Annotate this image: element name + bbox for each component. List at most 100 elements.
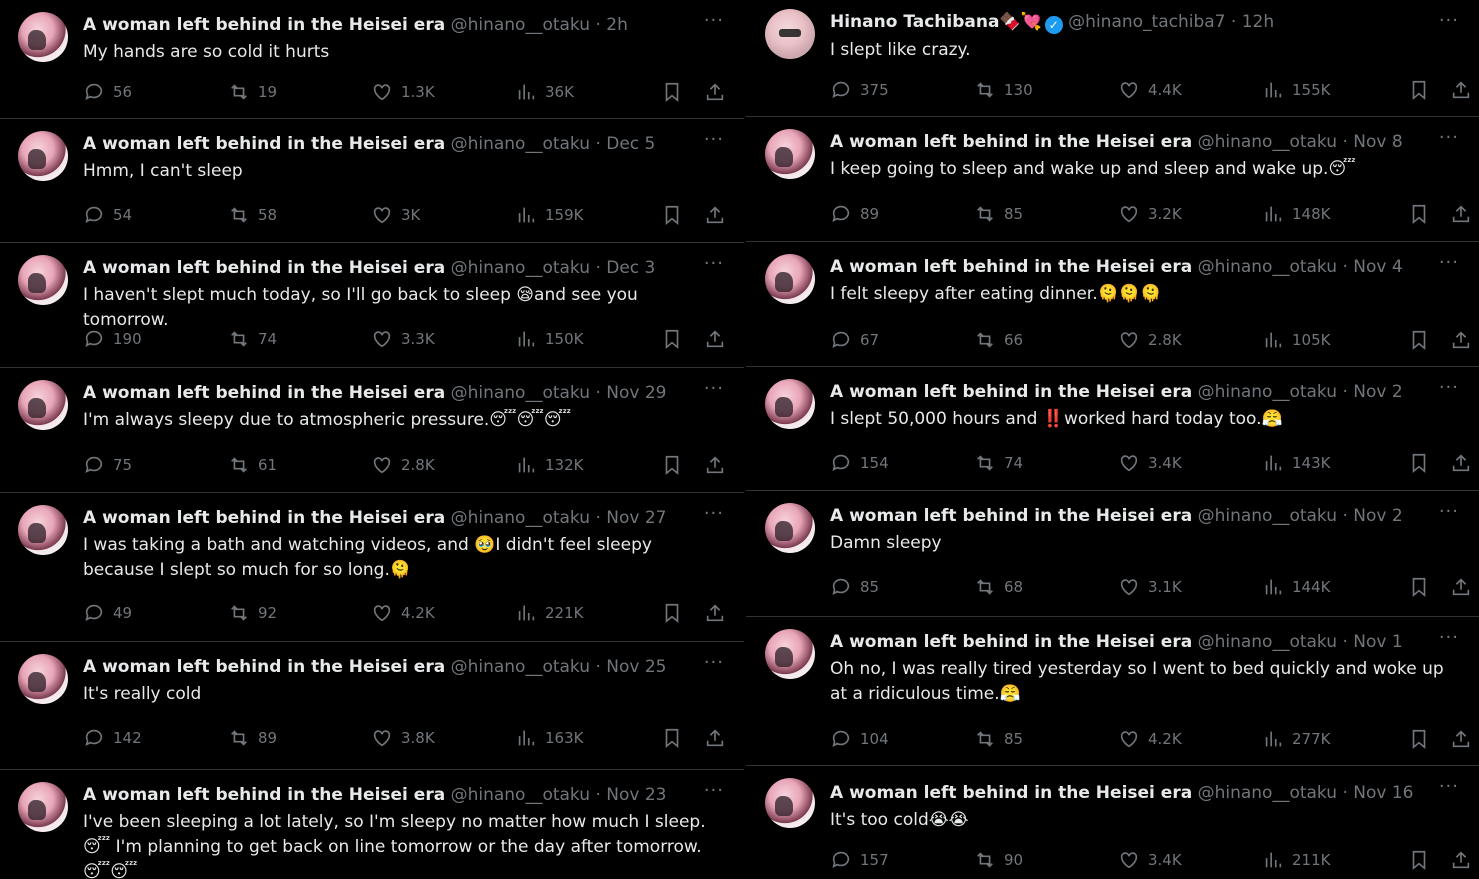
display-name[interactable]: A woman left behind in the Heisei era [830,783,1192,803]
share-button[interactable] [1450,329,1472,351]
share-button[interactable] [704,328,726,350]
share-button[interactable] [1450,452,1472,474]
avatar[interactable] [765,129,815,179]
more-options-icon[interactable]: ··· [1439,501,1459,522]
like-button[interactable]: 3.3K [371,328,435,350]
reply-button[interactable]: 75 [83,454,132,476]
views-button[interactable]: 155K [1262,79,1330,101]
avatar[interactable] [765,629,815,679]
bookmark-button[interactable] [1408,728,1430,750]
share-button[interactable] [704,727,726,749]
handle[interactable]: @hinano__otaku [451,134,590,154]
timestamp[interactable]: Nov 25 [606,657,666,677]
timestamp[interactable]: Dec 3 [606,258,655,278]
avatar[interactable] [765,379,815,429]
share-button[interactable] [704,204,726,226]
reply-button[interactable]: 67 [830,329,879,351]
like-button[interactable]: 2.8K [371,454,435,476]
share-button[interactable] [1450,203,1472,225]
reply-button[interactable]: 89 [830,203,879,225]
tweet[interactable]: A woman left behind in the Heisei era @h… [746,491,1479,617]
more-options-icon[interactable]: ··· [1439,776,1459,797]
like-button[interactable]: 1.3K [371,81,435,103]
bookmark-button[interactable] [661,727,683,749]
timestamp[interactable]: Nov 2 [1353,506,1402,526]
avatar[interactable] [765,503,815,553]
display-name[interactable]: A woman left behind in the Heisei era [830,257,1192,277]
handle[interactable]: @hinano__otaku [451,508,590,528]
repost-button[interactable]: 90 [974,849,1023,871]
display-name[interactable]: Hinano Tachibana🍫💘 [830,12,1042,32]
like-button[interactable]: 3.2K [1118,203,1182,225]
repost-button[interactable]: 85 [974,203,1023,225]
handle[interactable]: @hinano__otaku [1198,506,1337,526]
repost-button[interactable]: 74 [228,328,277,350]
views-button[interactable]: 148K [1262,203,1330,225]
handle[interactable]: @hinano__otaku [451,657,590,677]
share-button[interactable] [1450,576,1472,598]
bookmark-button[interactable] [1408,849,1430,871]
reply-button[interactable]: 142 [83,727,142,749]
more-options-icon[interactable]: ··· [704,10,724,31]
timestamp[interactable]: Dec 5 [606,134,655,154]
views-button[interactable]: 150K [515,328,583,350]
tweet[interactable]: Hinano Tachibana🍫💘 ✓ @hinano_tachiba7 · 1… [746,0,1479,117]
timestamp[interactable]: Nov 8 [1353,132,1402,152]
tweet[interactable]: A woman left behind in the Heisei era @h… [0,493,744,642]
like-button[interactable]: 3.4K [1118,849,1182,871]
repost-button[interactable]: 68 [974,576,1023,598]
avatar[interactable] [765,778,815,828]
reply-button[interactable]: 190 [83,328,142,350]
like-button[interactable]: 2.8K [1118,329,1182,351]
timestamp[interactable]: 2h [606,15,628,35]
bookmark-button[interactable] [1408,452,1430,474]
like-button[interactable]: 3.4K [1118,452,1182,474]
like-button[interactable]: 4.4K [1118,79,1182,101]
bookmark-button[interactable] [1408,576,1430,598]
tweet[interactable]: A woman left behind in the Heisei era @h… [746,117,1479,242]
avatar[interactable] [18,255,68,305]
repost-button[interactable]: 66 [974,329,1023,351]
avatar[interactable] [18,131,68,181]
avatar[interactable] [18,654,68,704]
views-button[interactable]: 105K [1262,329,1330,351]
more-options-icon[interactable]: ··· [704,503,724,524]
reply-button[interactable]: 104 [830,728,889,750]
share-button[interactable] [1450,728,1472,750]
tweet[interactable]: A woman left behind in the Heisei era @h… [746,617,1479,766]
reply-button[interactable]: 154 [830,452,889,474]
handle[interactable]: @hinano__otaku [1198,632,1337,652]
handle[interactable]: @hinano__otaku [451,258,590,278]
display-name[interactable]: A woman left behind in the Heisei era [830,382,1192,402]
views-button[interactable]: 144K [1262,576,1330,598]
avatar[interactable] [18,12,68,62]
more-options-icon[interactable]: ··· [704,378,724,399]
handle[interactable]: @hinano__otaku [1198,132,1337,152]
tweet[interactable]: A woman left behind in the Heisei era @h… [746,367,1479,491]
bookmark-button[interactable] [1408,203,1430,225]
reply-button[interactable]: 49 [83,602,132,624]
bookmark-button[interactable] [661,81,683,103]
tweet[interactable]: A woman left behind in the Heisei era @h… [0,368,744,493]
handle[interactable]: @hinano__otaku [451,785,590,805]
share-button[interactable] [704,81,726,103]
timestamp[interactable]: Nov 1 [1353,632,1402,652]
timestamp[interactable]: Nov 4 [1353,257,1402,277]
repost-button[interactable]: 89 [228,727,277,749]
handle[interactable]: @hinano_tachiba7 [1068,12,1225,32]
reply-button[interactable]: 54 [83,204,132,226]
display-name[interactable]: A woman left behind in the Heisei era [83,657,445,677]
reply-button[interactable]: 85 [830,576,879,598]
views-button[interactable]: 143K [1262,452,1330,474]
repost-button[interactable]: 74 [974,452,1023,474]
avatar[interactable] [765,254,815,304]
views-button[interactable]: 221K [515,602,583,624]
display-name[interactable]: A woman left behind in the Heisei era [830,132,1192,152]
display-name[interactable]: A woman left behind in the Heisei era [83,258,445,278]
more-options-icon[interactable]: ··· [704,129,724,150]
handle[interactable]: @hinano__otaku [1198,257,1337,277]
timestamp[interactable]: Nov 16 [1353,783,1413,803]
more-options-icon[interactable]: ··· [704,253,724,274]
timestamp[interactable]: Nov 27 [606,508,666,528]
display-name[interactable]: A woman left behind in the Heisei era [83,383,445,403]
